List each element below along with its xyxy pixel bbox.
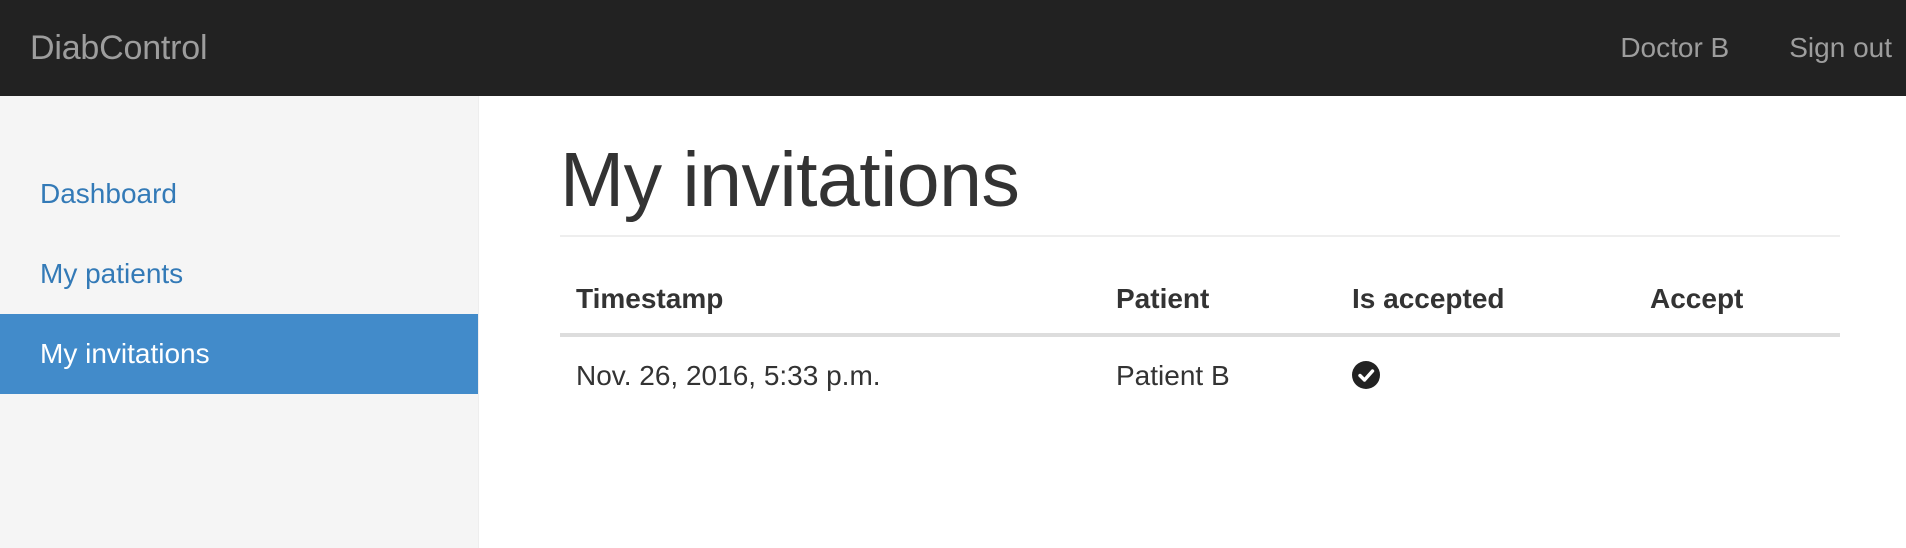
column-header-patient: Patient — [1100, 282, 1336, 337]
brand-link[interactable]: DiabControl — [30, 29, 208, 68]
user-link[interactable]: Doctor B — [1620, 32, 1729, 64]
check-circle-icon — [1352, 360, 1380, 389]
navbar-right-links: Doctor B Sign out — [1560, 0, 1906, 96]
is-accepted-cell — [1336, 335, 1634, 416]
sidebar-item-dashboard[interactable]: Dashboard — [0, 154, 478, 234]
sign-out-link[interactable]: Sign out — [1789, 32, 1892, 64]
column-header-accept: Accept — [1634, 282, 1840, 337]
sidebar-item-my-patients[interactable]: My patients — [0, 234, 478, 314]
page-title: My invitations — [560, 137, 1020, 223]
table-header-row: Timestamp Patient Is accepted Accept — [560, 282, 1840, 337]
main-content: My invitations Timestamp Patient Is acce… — [560, 96, 1840, 416]
invitations-table: Timestamp Patient Is accepted Accept Nov… — [560, 282, 1840, 416]
accept-cell — [1634, 335, 1840, 416]
table-row: Nov. 26, 2016, 5:33 p.m. Patient B — [560, 335, 1840, 416]
patient-cell: Patient B — [1116, 360, 1230, 392]
timestamp-cell: Nov. 26, 2016, 5:33 p.m. — [576, 360, 881, 392]
top-navbar: DiabControl Doctor B Sign out — [0, 0, 1906, 96]
column-header-is-accepted: Is accepted — [1336, 282, 1634, 337]
sidebar: Dashboard My patients My invitations — [0, 96, 479, 548]
page-header: My invitations — [560, 96, 1840, 237]
sidebar-item-my-invitations[interactable]: My invitations — [0, 314, 478, 394]
column-header-timestamp: Timestamp — [560, 282, 1100, 337]
